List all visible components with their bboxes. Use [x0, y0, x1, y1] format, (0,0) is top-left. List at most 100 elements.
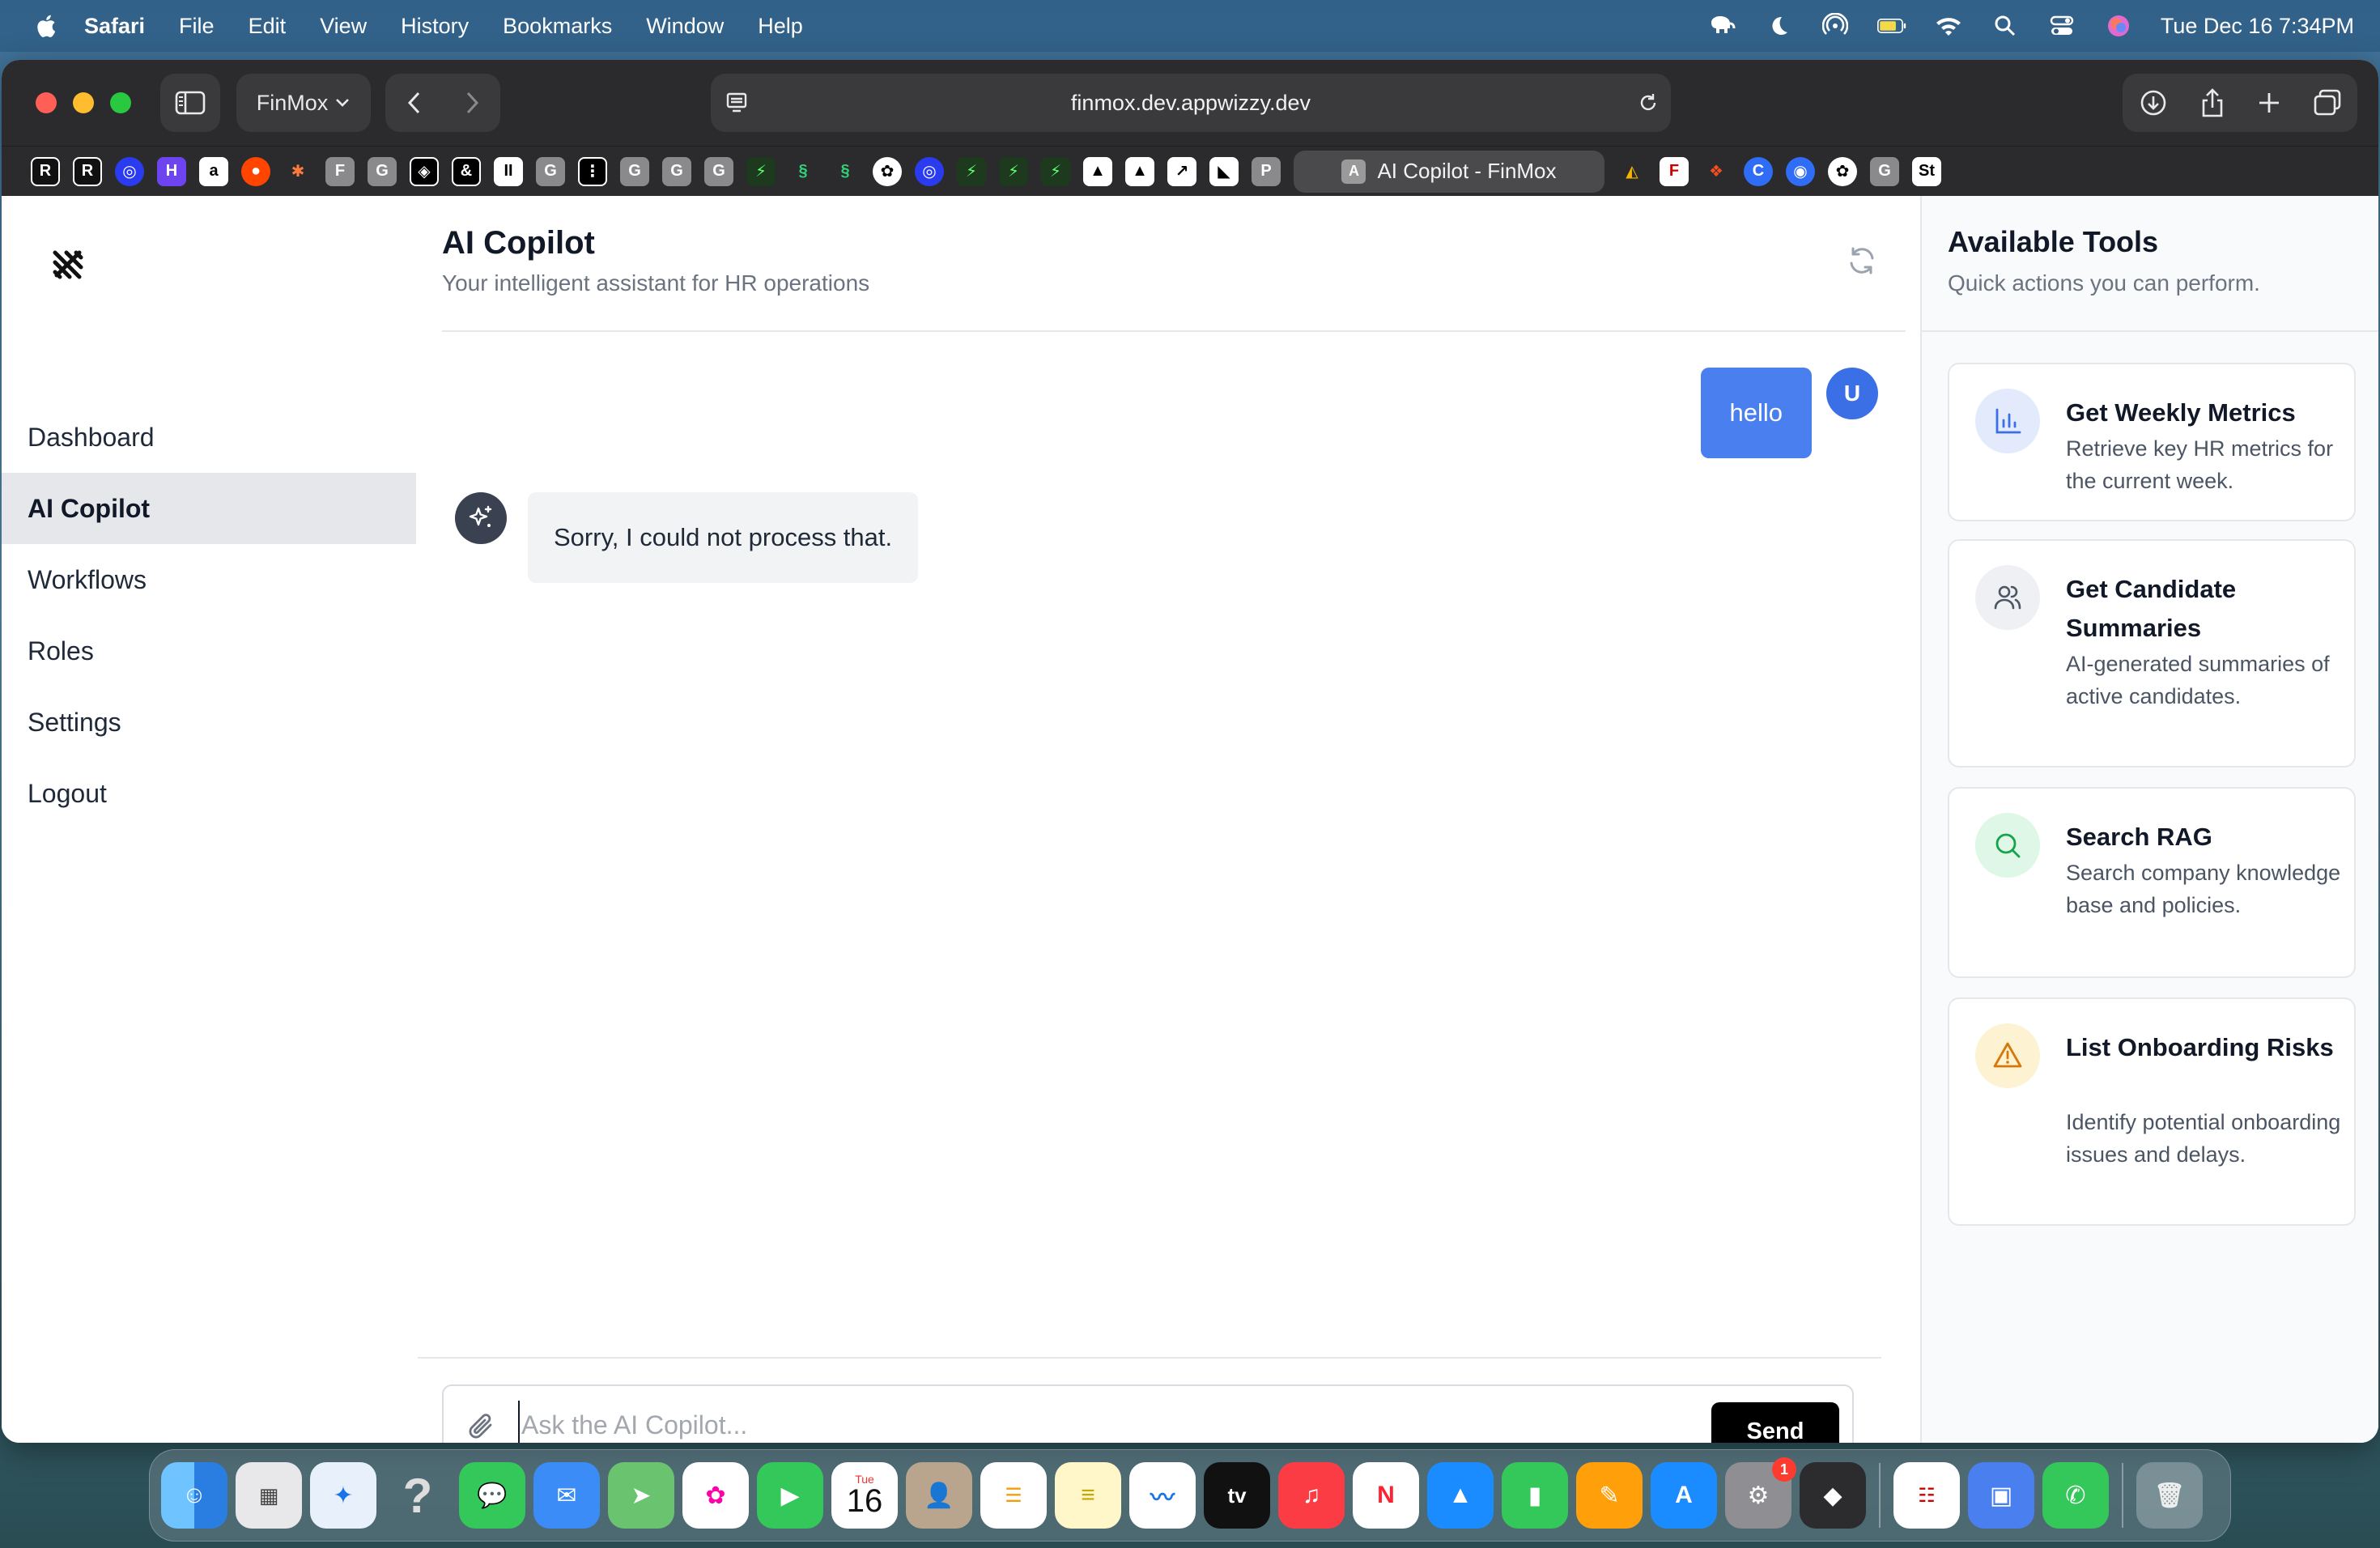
bookmark-icon[interactable]: H — [157, 156, 186, 186]
bookmark-icon[interactable]: § — [831, 157, 860, 186]
amazon-icon[interactable]: a — [199, 156, 228, 186]
finder-icon[interactable]: ☺ — [161, 1462, 227, 1529]
spotlight-search-icon[interactable] — [1991, 14, 2020, 38]
send-button[interactable]: Send — [1711, 1402, 1839, 1443]
tool-card-search-rag[interactable]: Search RAG Search company knowledge base… — [1948, 787, 2356, 978]
screen-sharing-icon[interactable]: ▣ — [1968, 1462, 2034, 1529]
tool-card-weekly-metrics[interactable]: Get Weekly Metrics Retrieve key HR metri… — [1948, 363, 2356, 521]
menu-bar-clock[interactable]: Tue Dec 16 7:34PM — [2161, 14, 2354, 39]
tool-card-onboarding-risks[interactable]: List Onboarding Risks Identify potential… — [1948, 997, 2356, 1226]
page-menu-icon[interactable] — [725, 91, 748, 114]
photos-icon[interactable]: ✿ — [682, 1462, 749, 1529]
messages-icon[interactable]: 💬 — [459, 1462, 525, 1529]
bookmark-icon[interactable]: G — [620, 156, 649, 186]
bookmark-icon[interactable]: ◣ — [1209, 156, 1239, 186]
launchpad-icon[interactable]: ▦ — [236, 1462, 302, 1529]
zoom-window-button[interactable] — [110, 92, 131, 113]
menu-view[interactable]: View — [320, 14, 367, 39]
menu-edit[interactable]: Edit — [249, 14, 287, 39]
wifi-icon[interactable] — [1934, 14, 1963, 38]
profile-menu-button[interactable]: FinMox — [236, 74, 371, 132]
openai-icon[interactable]: ✿ — [873, 156, 902, 186]
bookmark-icon[interactable]: ◈ — [410, 156, 439, 186]
menu-safari[interactable]: Safari — [84, 14, 145, 39]
facetime-icon[interactable]: ▶ — [757, 1462, 823, 1529]
bookmark-icon[interactable]: G — [662, 156, 691, 186]
address-bar[interactable]: finmox.dev.appwizzy.dev — [711, 74, 1671, 132]
bookmark-icon[interactable]: G — [536, 156, 565, 186]
sidebar-item-settings[interactable]: Settings — [2, 687, 416, 758]
menu-bookmarks[interactable]: Bookmarks — [503, 14, 612, 39]
safari-icon[interactable]: ✦ — [310, 1462, 376, 1529]
openai-icon[interactable]: ✿ — [1828, 156, 1857, 186]
back-arrow-icon[interactable] — [406, 91, 423, 115]
minimize-window-button[interactable] — [73, 92, 94, 113]
attach-file-button[interactable] — [465, 1410, 497, 1443]
bookmark-icon[interactable]: C — [1744, 156, 1773, 186]
menu-history[interactable]: History — [401, 14, 469, 39]
bookmark-icon[interactable]: ⚡ — [999, 156, 1028, 186]
menu-window[interactable]: Window — [646, 14, 724, 39]
sidebar-item-dashboard[interactable]: Dashboard — [2, 402, 416, 473]
control-center-icon[interactable] — [2047, 14, 2076, 38]
reddit-icon[interactable]: ● — [241, 156, 270, 186]
bookmark-icon[interactable]: P — [1252, 156, 1281, 186]
keynote-icon[interactable]: ▲ — [1427, 1462, 1494, 1529]
bookmark-icon[interactable]: ⚡ — [957, 156, 986, 186]
menu-help[interactable]: Help — [758, 14, 803, 39]
sidebar-item-roles[interactable]: Roles — [2, 615, 416, 687]
bookmark-icon[interactable]: ⋮ — [578, 156, 607, 186]
new-tab-icon[interactable] — [2257, 91, 2281, 115]
siri-icon[interactable] — [2104, 14, 2133, 38]
bookmark-icon[interactable]: ◎ — [115, 156, 144, 186]
bookmark-icon[interactable]: St — [1912, 156, 1941, 186]
bookmark-icon[interactable]: F — [1660, 156, 1689, 186]
bookmark-icon[interactable]: ↗ — [1167, 156, 1196, 186]
bookmark-icon[interactable]: § — [788, 157, 818, 186]
bookmark-icon[interactable]: G — [704, 156, 733, 186]
maps-icon[interactable]: ➤ — [608, 1462, 674, 1529]
figma-icon[interactable]: ❖ — [1702, 157, 1731, 186]
bookmark-icon[interactable]: ⚡ — [1041, 156, 1070, 186]
bookmark-icon[interactable]: R — [31, 156, 60, 186]
refresh-chat-button[interactable] — [1842, 241, 1881, 280]
bookmark-icon[interactable]: ◭ — [1617, 157, 1647, 186]
apple-logo-icon[interactable] — [34, 13, 57, 39]
active-tab[interactable]: A AI Copilot - FinMox — [1294, 150, 1604, 193]
bookmark-icon[interactable]: ▲ — [1083, 156, 1112, 186]
reminders-icon[interactable]: ☰ — [980, 1462, 1047, 1529]
hubspot-icon[interactable]: ✱ — [283, 157, 312, 186]
trash-icon[interactable]: 🗑 — [2136, 1462, 2203, 1529]
calendar-icon[interactable]: Tue 16 — [831, 1462, 898, 1529]
sidebar-item-workflows[interactable]: Workflows — [2, 544, 416, 615]
numbers-icon[interactable]: ▮ — [1502, 1462, 1568, 1529]
menu-file[interactable]: File — [179, 14, 215, 39]
airdrop-icon[interactable] — [1821, 13, 1850, 38]
battery-icon[interactable] — [1876, 14, 1906, 38]
chat-input[interactable] — [518, 1401, 1684, 1443]
notes-icon[interactable]: ≡ — [1055, 1462, 1121, 1529]
app-store-icon[interactable]: A — [1651, 1462, 1717, 1529]
bookmark-icon[interactable]: R — [73, 156, 102, 186]
tool-card-candidate-summaries[interactable]: Get Candidate Summaries AI-generated sum… — [1948, 539, 2356, 768]
pages-icon[interactable]: ✎ — [1576, 1462, 1643, 1529]
sidebar-item-ai-copilot[interactable]: AI Copilot — [2, 473, 416, 544]
apple-tv-icon[interactable]: tv — [1204, 1462, 1270, 1529]
sidebar-item-logout[interactable]: Logout — [2, 758, 416, 829]
help-icon[interactable]: ? — [385, 1462, 451, 1529]
downloads-icon[interactable] — [2139, 88, 2168, 117]
phone-icon[interactable]: ✆ — [2042, 1462, 2109, 1529]
bookmark-icon[interactable]: II — [494, 156, 523, 186]
spreadsheet-document-icon[interactable]: ☷ — [1893, 1462, 1960, 1529]
moon-icon[interactable] — [1764, 14, 1793, 38]
finmox-logo-icon[interactable] — [50, 246, 86, 282]
news-icon[interactable]: N — [1353, 1462, 1419, 1529]
mail-icon[interactable]: ✉ — [533, 1462, 600, 1529]
cursor-app-icon[interactable]: ◆ — [1800, 1462, 1866, 1529]
bookmark-icon[interactable]: ⚡ — [746, 156, 776, 186]
freeform-icon[interactable]: 〰 — [1129, 1462, 1196, 1529]
bookmark-icon[interactable]: ◉ — [1786, 156, 1815, 186]
system-settings-icon[interactable]: ⚙ 1 — [1725, 1457, 1796, 1529]
contacts-icon[interactable]: 👤 — [906, 1462, 972, 1529]
bookmark-icon[interactable]: G — [1870, 156, 1899, 186]
